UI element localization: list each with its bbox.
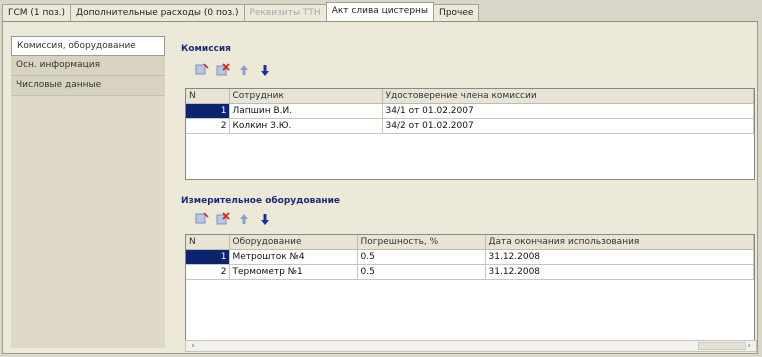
tab-additional-expenses[interactable]: Дополнительные расходы (0 поз.) [70,4,245,21]
equipment-cell[interactable]: Метрошток №4 [229,249,358,265]
equipment-cell[interactable]: Термометр №1 [229,264,358,280]
scroll-right-icon[interactable]: › [743,341,755,351]
tab-tank-drain-act[interactable]: Акт слива цистерны [325,2,435,21]
certificate-cell[interactable]: 34/2 от 01.02.2007 [382,118,754,134]
row-number: 1 [186,249,230,265]
sidebar: Комиссия, оборудование Осн. информация Ч… [11,36,165,348]
column-header-error[interactable]: Погрешность, % [357,235,486,250]
column-header-equipment[interactable]: Оборудование [229,235,358,250]
add-icon[interactable] [195,212,209,226]
commission-toolbar [195,63,272,77]
sidebar-item-main-info[interactable]: Осн. информация [11,56,165,76]
tab-bar: ГСМ (1 поз.) Дополнительные расходы (0 п… [2,2,758,22]
commission-title: Комиссия [181,44,231,54]
tab-gsm[interactable]: ГСМ (1 поз.) [2,4,72,21]
end-date-cell[interactable]: 31.12.2008 [485,264,754,280]
tab-ttn-details: Реквизиты ТТН [243,4,327,21]
move-up-icon[interactable] [237,63,251,77]
move-down-icon[interactable] [258,63,272,77]
employee-cell[interactable]: Лапшин В.И. [229,103,383,119]
column-header-n[interactable]: N [186,235,230,250]
column-header-end-date[interactable]: Дата окончания использования [485,235,754,250]
horizontal-scrollbar[interactable]: ‹ › [185,340,757,352]
row-number: 1 [186,103,230,119]
scroll-left-icon[interactable]: ‹ [187,341,199,351]
tab-panel: Комиссия, оборудование Осн. информация Ч… [2,22,758,354]
delete-icon[interactable] [216,212,230,226]
error-cell[interactable]: 0.5 [357,264,486,280]
table-row[interactable]: 2 Колкин З.Ю. 34/2 от 01.02.2007 [186,118,754,134]
employee-cell[interactable]: Колкин З.Ю. [229,118,383,134]
certificate-cell[interactable]: 34/1 от 01.02.2007 [382,103,754,119]
column-header-certificate[interactable]: Удостоверение члена комиссии [382,89,754,104]
scrollbar-thumb[interactable] [698,342,746,350]
table-row[interactable]: 1 Метрошток №4 0.5 31.12.2008 [186,249,754,265]
move-up-icon[interactable] [237,212,251,226]
add-icon[interactable] [195,63,209,77]
equipment-grid[interactable]: N Оборудование Погрешность, % Дата оконч… [185,234,755,342]
move-down-icon[interactable] [258,212,272,226]
delete-icon[interactable] [216,63,230,77]
commission-grid[interactable]: N Сотрудник Удостоверение члена комиссии… [185,88,755,180]
row-number: 2 [186,118,230,134]
table-row[interactable]: 2 Термометр №1 0.5 31.12.2008 [186,264,754,280]
column-header-employee[interactable]: Сотрудник [229,89,383,104]
main-content: Комиссия N Сотрудник Удостоверение члена… [177,36,755,348]
tab-other[interactable]: Прочее [433,4,480,21]
end-date-cell[interactable]: 31.12.2008 [485,249,754,265]
row-number: 2 [186,264,230,280]
equipment-toolbar [195,212,272,226]
table-row[interactable]: 1 Лапшин В.И. 34/1 от 01.02.2007 [186,103,754,119]
equipment-title: Измерительное оборудование [181,196,341,206]
column-header-n[interactable]: N [186,89,230,104]
sidebar-item-numeric-data[interactable]: Числовые данные [11,76,165,96]
sidebar-item-commission-equipment[interactable]: Комиссия, оборудование [11,36,165,56]
error-cell[interactable]: 0.5 [357,249,486,265]
